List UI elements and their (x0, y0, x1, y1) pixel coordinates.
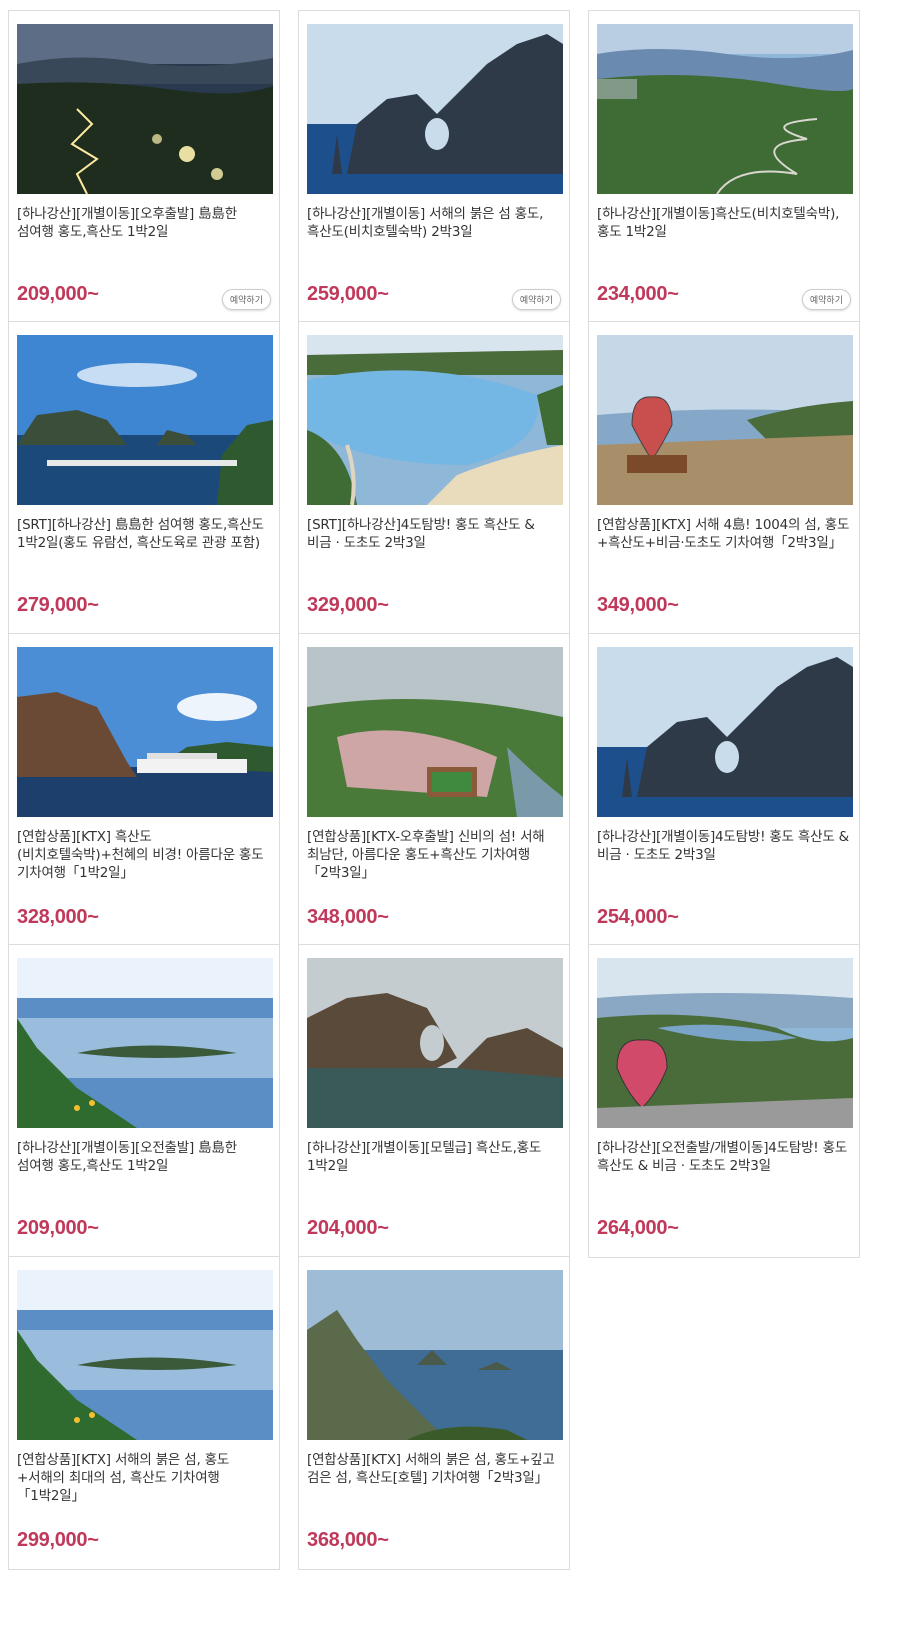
product-card[interactable]: [하나강산][개별이동]4도탐방! 홍도 흑산도 & 비금 · 도초도 2박3일… (588, 633, 860, 947)
product-card[interactable]: [하나강산][개별이동][오후출발] 島島한 섬여행 홍도,흑산도 1박2일 2… (8, 10, 280, 324)
product-card[interactable]: [하나강산][개별이동][오전출발] 島島한 섬여행 홍도,흑산도 1박2일 2… (8, 944, 280, 1258)
product-price: 299,000~ (17, 1529, 99, 1551)
product-image[interactable] (307, 1270, 563, 1440)
product-title[interactable]: [연합상품][KTX] 서해의 붉은 섬, 홍도+깊고 검은 섬, 흑산도[호텔… (307, 1451, 563, 1487)
product-card[interactable]: [연합상품][KTX] 서해 4島! 1004의 섬, 홍도+흑산도+비금·도초… (588, 321, 860, 635)
book-button[interactable]: 예약하기 (221, 289, 271, 310)
product-card[interactable]: [연합상품][KTX] 서해의 붉은 섬, 홍도+서해의 최대의 섬, 흑산도 … (8, 1256, 280, 1570)
product-title[interactable]: [연합상품][KTX] 서해 4島! 1004의 섬, 홍도+흑산도+비금·도초… (597, 516, 853, 552)
product-price: 368,000~ (307, 1529, 389, 1551)
product-price: 329,000~ (307, 594, 389, 616)
product-title[interactable]: [하나강산][개별이동][오전출발] 島島한 섬여행 홍도,흑산도 1박2일 (17, 1139, 273, 1175)
product-card[interactable]: [하나강산][개별이동] 서해의 붉은 섬 홍도,흑산도(비치호텔숙박) 2박3… (298, 10, 570, 324)
book-button[interactable]: 예약하기 (801, 289, 851, 310)
product-image[interactable] (307, 647, 563, 817)
product-image[interactable] (17, 335, 273, 505)
product-price: 348,000~ (307, 906, 389, 928)
product-image[interactable] (307, 958, 563, 1128)
product-title[interactable]: [연합상품][KTX-오후출발] 신비의 섬! 서해 최남단, 아름다운 홍도+… (307, 828, 563, 882)
product-card[interactable]: [SRT][하나강산]4도탐방! 홍도 흑산도 & 비금 · 도초도 2박3일 … (298, 321, 570, 635)
product-price: 254,000~ (597, 906, 679, 928)
product-card[interactable]: [하나강산][오전출발/개별이동]4도탐방! 홍도 흑산도 & 비금 · 도초도… (588, 944, 860, 1258)
product-price: 234,000~ (597, 283, 679, 305)
product-price: 349,000~ (597, 594, 679, 616)
product-image[interactable] (17, 24, 273, 194)
product-image[interactable] (17, 1270, 273, 1440)
product-title[interactable]: [하나강산][개별이동][모텔급] 흑산도,홍도 1박2일 (307, 1139, 563, 1175)
product-card[interactable]: [SRT][하나강산] 島島한 섬여행 홍도,흑산도 1박2일(홍도 유람선, … (8, 321, 280, 635)
product-price: 279,000~ (17, 594, 99, 616)
product-card[interactable]: [연합상품][KTX] 서해의 붉은 섬, 홍도+깊고 검은 섬, 흑산도[호텔… (298, 1256, 570, 1570)
product-title[interactable]: [연합상품][KTX] 흑산도(비치호텔숙박)+천혜의 비경! 아름다운 홍도 … (17, 828, 273, 882)
product-price: 209,000~ (17, 1217, 99, 1239)
product-price: 209,000~ (17, 283, 99, 305)
product-title[interactable]: [연합상품][KTX] 서해의 붉은 섬, 홍도+서해의 최대의 섬, 흑산도 … (17, 1451, 273, 1505)
product-price: 328,000~ (17, 906, 99, 928)
product-title[interactable]: [하나강산][오전출발/개별이동]4도탐방! 홍도 흑산도 & 비금 · 도초도… (597, 1139, 853, 1175)
product-card[interactable]: [하나강산][개별이동][모텔급] 흑산도,홍도 1박2일 204,000~ (298, 944, 570, 1258)
product-price: 264,000~ (597, 1217, 679, 1239)
product-card[interactable]: [연합상품][KTX-오후출발] 신비의 섬! 서해 최남단, 아름다운 홍도+… (298, 633, 570, 947)
product-card[interactable]: [하나강산][개별이동]흑산도(비치호텔숙박),홍도 1박2일 234,000~… (588, 10, 860, 324)
product-title[interactable]: [하나강산][개별이동]흑산도(비치호텔숙박),홍도 1박2일 (597, 205, 853, 241)
product-image[interactable] (597, 958, 853, 1128)
book-button[interactable]: 예약하기 (511, 289, 561, 310)
product-price: 204,000~ (307, 1217, 389, 1239)
product-title[interactable]: [하나강산][개별이동]4도탐방! 홍도 흑산도 & 비금 · 도초도 2박3일 (597, 828, 853, 864)
product-card[interactable]: [연합상품][KTX] 흑산도(비치호텔숙박)+천혜의 비경! 아름다운 홍도 … (8, 633, 280, 947)
product-image[interactable] (307, 24, 563, 194)
product-title[interactable]: [SRT][하나강산] 島島한 섬여행 홍도,흑산도 1박2일(홍도 유람선, … (17, 516, 273, 552)
product-image[interactable] (17, 958, 273, 1128)
product-price: 259,000~ (307, 283, 389, 305)
product-image[interactable] (597, 647, 853, 817)
product-title[interactable]: [하나강산][개별이동][오후출발] 島島한 섬여행 홍도,흑산도 1박2일 (17, 205, 273, 241)
product-image[interactable] (307, 335, 563, 505)
product-image[interactable] (597, 24, 853, 194)
product-image[interactable] (597, 335, 853, 505)
product-title[interactable]: [하나강산][개별이동] 서해의 붉은 섬 홍도,흑산도(비치호텔숙박) 2박3… (307, 205, 563, 241)
product-title[interactable]: [SRT][하나강산]4도탐방! 홍도 흑산도 & 비금 · 도초도 2박3일 (307, 516, 563, 552)
product-image[interactable] (17, 647, 273, 817)
